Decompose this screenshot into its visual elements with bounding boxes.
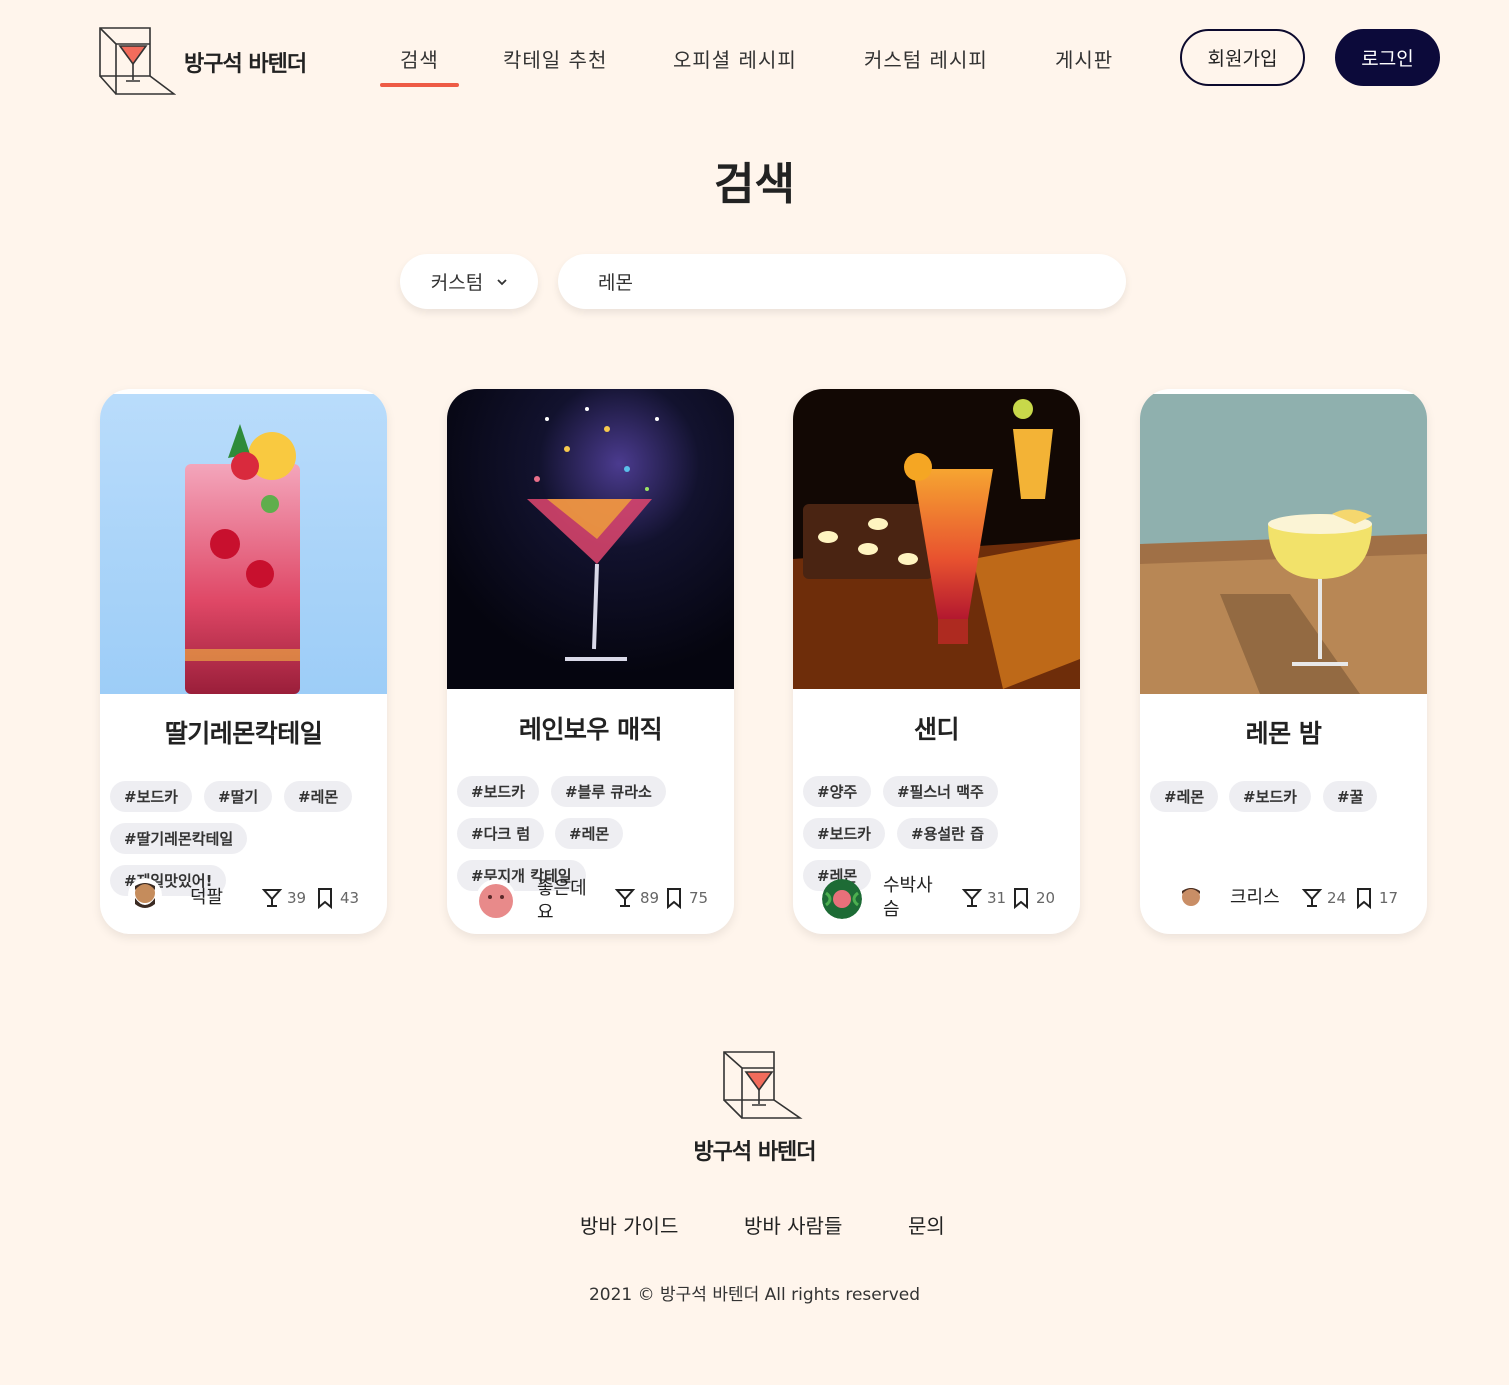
like-count[interactable]: 39	[261, 887, 306, 909]
cocktail-glass-icon	[961, 889, 983, 907]
avatar[interactable]	[476, 879, 516, 919]
bookmark-count-value: 20	[1036, 889, 1056, 907]
like-count-value: 31	[987, 889, 1007, 907]
brand-name: 방구석 바텐더	[184, 52, 307, 77]
tag[interactable]: #보드카	[457, 776, 539, 807]
author-name[interactable]: 크리스	[1230, 886, 1280, 910]
chevron-down-icon	[497, 278, 507, 285]
author-name[interactable]: 덕팔	[190, 886, 223, 910]
tag[interactable]: #보드카	[803, 818, 885, 849]
footer-link-people[interactable]: 방바 사람들	[744, 1210, 842, 1239]
footer-link-guide[interactable]: 방바 가이드	[580, 1210, 678, 1239]
recipe-card[interactable]: 샌디 #양주 #필스너 맥주 #보드카 #용설란 즙 #레몬 수박사슴 31 2…	[793, 389, 1080, 934]
bookmark-count-value: 17	[1379, 889, 1399, 907]
cocktail-image	[100, 394, 387, 694]
bookmark-count[interactable]: 20	[1010, 887, 1055, 909]
bookmark-count-value: 43	[340, 889, 360, 907]
bookmark-count[interactable]: 17	[1353, 887, 1398, 909]
nav-official-recipe[interactable]: 오피셜 레시피	[673, 44, 797, 73]
avatar[interactable]	[1178, 884, 1204, 910]
tag[interactable]: #보드카	[1229, 781, 1311, 812]
bookmark-icon	[1014, 888, 1028, 909]
like-count-value: 24	[1327, 889, 1347, 907]
card-title: 딸기레몬칵테일	[164, 719, 323, 748]
cocktail-box-logo-icon	[723, 1051, 803, 1119]
tag[interactable]: #레몬	[555, 818, 624, 849]
footer-link-contact[interactable]: 문의	[908, 1210, 945, 1239]
tag[interactable]: #필스너 맥주	[883, 776, 998, 807]
nav-board[interactable]: 게시판	[1055, 44, 1113, 73]
tag[interactable]: #꿀	[1323, 781, 1378, 812]
bookmark-icon	[318, 888, 332, 909]
cocktail-image	[793, 389, 1080, 689]
recipe-card[interactable]: 레몬 밤 #레몬 #보드카 #꿀 크리스 24 17	[1140, 389, 1427, 934]
cocktail-image	[1140, 394, 1427, 694]
tag[interactable]: #딸기	[204, 781, 273, 812]
card-title: 레몬 밤	[1245, 719, 1322, 748]
tag[interactable]: #딸기레몬칵테일	[110, 823, 248, 854]
author-name[interactable]: 수박사슴	[883, 874, 939, 922]
tag[interactable]: #다크 럼	[457, 818, 545, 849]
like-count-value: 39	[287, 889, 307, 907]
page-title: 검색	[714, 159, 795, 210]
bookmark-count[interactable]: 75	[663, 887, 708, 909]
tag[interactable]: #용설란 즙	[897, 818, 998, 849]
card-title: 레인보우 매직	[518, 715, 663, 744]
bookmark-icon	[1357, 888, 1371, 909]
bookmark-count-value: 75	[689, 889, 709, 907]
nav-search[interactable]: 검색	[380, 44, 459, 87]
brand-logo[interactable]: 방구석 바텐더	[96, 24, 307, 100]
copyright: 2021 © 방구석 바텐더 All rights reserved	[588, 1285, 921, 1305]
login-button[interactable]: 로그인	[1335, 29, 1440, 86]
cocktail-glass-icon	[1301, 889, 1323, 907]
tag[interactable]: #양주	[803, 776, 872, 807]
nav-custom-recipe[interactable]: 커스텀 레시피	[864, 44, 988, 73]
category-select[interactable]: 커스텀	[400, 254, 538, 309]
tag[interactable]: #레몬	[284, 781, 353, 812]
card-title: 샌디	[913, 715, 960, 744]
author-name[interactable]: 좋은데요	[537, 877, 593, 925]
like-count[interactable]: 24	[1301, 887, 1346, 909]
tag[interactable]: #레몬	[1150, 781, 1219, 812]
tag[interactable]: #보드카	[110, 781, 192, 812]
like-count[interactable]: 31	[961, 887, 1006, 909]
cocktail-glass-icon	[614, 889, 636, 907]
category-select-value: 커스텀	[430, 272, 484, 294]
avatar[interactable]	[822, 879, 862, 919]
avatar[interactable]	[128, 878, 162, 912]
recipe-card[interactable]: 레인보우 매직 #보드카 #블루 큐라소 #다크 럼 #레몬 #무지개 칵테일 …	[447, 389, 734, 934]
signup-button[interactable]: 회원가입	[1180, 29, 1305, 86]
search-input[interactable]	[558, 254, 1126, 309]
recipe-card[interactable]: 딸기레몬칵테일 #보드카 #딸기 #레몬 #딸기레몬칵테일 #제일맛있어! 덕팔…	[100, 389, 387, 934]
like-count-value: 89	[640, 889, 660, 907]
bookmark-icon	[667, 888, 681, 909]
cocktail-image	[447, 389, 734, 689]
like-count[interactable]: 89	[614, 887, 659, 909]
header: 방구석 바텐더 검색 칵테일 추천 오피셜 레시피 커스텀 레시피 게시판 회원…	[0, 0, 1509, 120]
cocktail-box-logo-icon	[99, 27, 176, 95]
tag[interactable]: #블루 큐라소	[551, 776, 666, 807]
bookmark-count[interactable]: 43	[314, 887, 359, 909]
nav-recommend[interactable]: 칵테일 추천	[503, 44, 607, 73]
footer-brand: 방구석 바텐더	[693, 1140, 816, 1165]
cocktail-glass-icon	[261, 889, 283, 907]
